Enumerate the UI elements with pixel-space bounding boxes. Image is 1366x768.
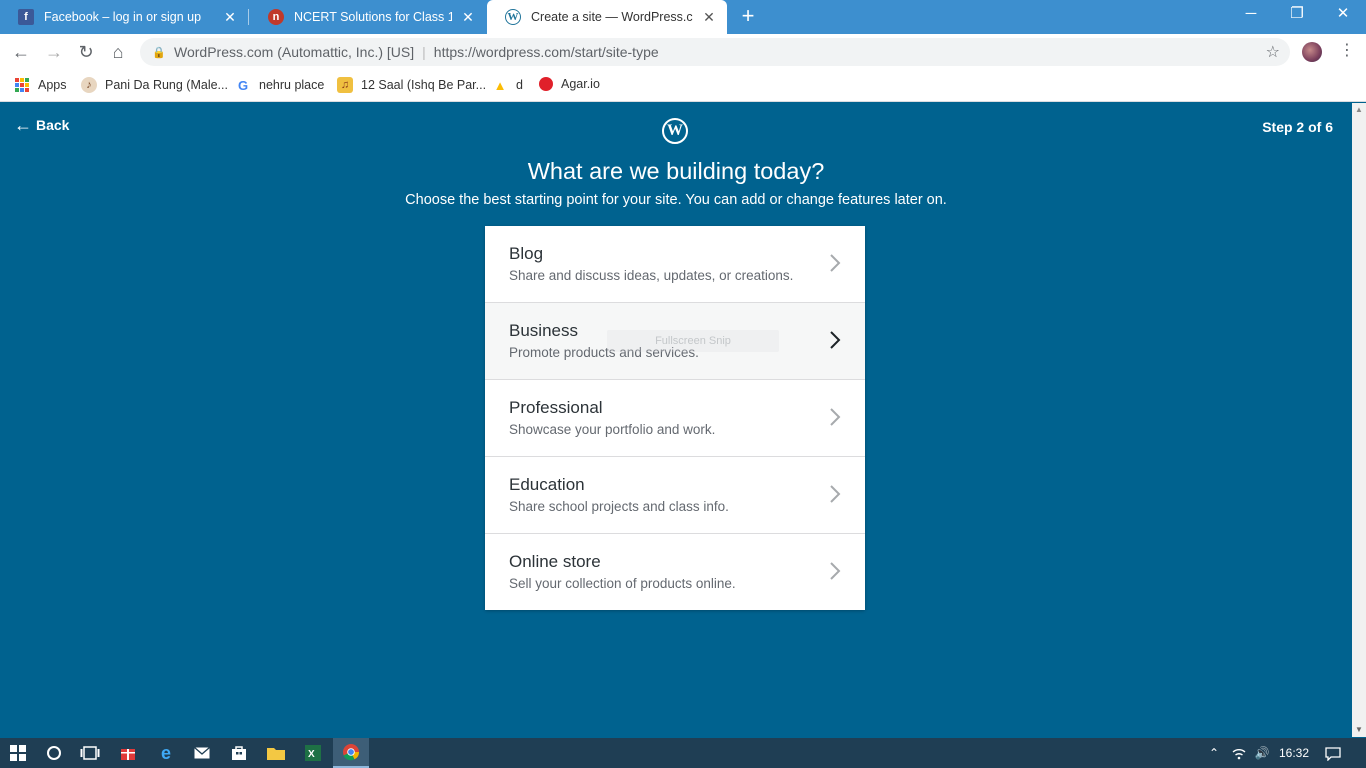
browser-toolbar: ← → ↻ ⌂ 🔒 WordPress.com (Automattic, Inc… xyxy=(0,34,1366,70)
tab-facebook[interactable]: f Facebook – log in or sign up ✕ xyxy=(0,0,248,34)
clock[interactable]: 16:32 xyxy=(1276,738,1312,768)
facebook-icon: f xyxy=(18,9,34,25)
agario-icon xyxy=(539,77,553,91)
option-description: Share and discuss ideas, updates, or cre… xyxy=(509,268,794,283)
signup-page: ← Back W Step 2 of 6 What are we buildin… xyxy=(0,103,1352,737)
tab-ncert[interactable]: n NCERT Solutions for Class 10th: U ✕ xyxy=(250,0,486,34)
chrome-taskbar-icon[interactable] xyxy=(333,738,369,768)
bookmark-agario[interactable]: Agar.io xyxy=(539,77,600,91)
task-view-icon[interactable] xyxy=(75,741,105,765)
url-text: https://wordpress.com/start/site-type xyxy=(433,44,659,60)
menu-kebab-icon[interactable]: ⋮ xyxy=(1339,41,1355,63)
minimize-icon[interactable]: ─ xyxy=(1228,0,1274,30)
option-title: Blog xyxy=(509,244,544,263)
wordpress-icon: W xyxy=(505,9,521,25)
site-type-list: Blog Share and discuss ideas, updates, o… xyxy=(485,226,865,610)
tab-wordpress[interactable]: W Create a site — WordPress.com ✕ xyxy=(487,0,727,34)
omnibox-divider: | xyxy=(422,44,426,60)
home-icon[interactable]: ⌂ xyxy=(107,41,129,63)
tab-title: Create a site — WordPress.com xyxy=(531,10,693,24)
chevron-right-icon xyxy=(830,408,841,426)
page-subtitle: Choose the best starting point for your … xyxy=(405,192,947,208)
option-title: Online store xyxy=(509,552,601,571)
reload-icon[interactable]: ↻ xyxy=(75,41,97,63)
drive-icon: ▲ xyxy=(493,77,507,93)
bookmark-label: Agar.io xyxy=(561,77,600,91)
scroll-down-icon[interactable]: ▼ xyxy=(1352,723,1366,737)
bookmark-12-saal[interactable]: ♫ 12 Saal (Ishq Be Par... xyxy=(337,77,486,93)
bookmark-label: 12 Saal (Ishq Be Par... xyxy=(361,78,487,92)
chevron-right-icon xyxy=(830,562,841,580)
bookmark-label: Pani Da Rung (Male... xyxy=(105,78,228,92)
ncert-icon: n xyxy=(268,9,284,25)
edge-browser-icon[interactable]: e xyxy=(151,741,181,765)
bookmarks-bar: Apps ♪ Pani Da Rung (Male... G nehru pla… xyxy=(0,70,1366,102)
back-link[interactable]: ← Back xyxy=(14,115,70,135)
bookmark-nehru-place[interactable]: G nehru place xyxy=(235,77,324,93)
chevron-right-icon xyxy=(830,331,841,349)
new-tab-icon[interactable]: + xyxy=(736,5,760,29)
scroll-up-icon[interactable]: ▲ xyxy=(1352,103,1366,117)
bookmark-label: d xyxy=(516,78,523,92)
cortana-search-icon[interactable] xyxy=(39,741,69,765)
chevron-right-icon xyxy=(830,485,841,503)
page-scrollbar[interactable]: ▲ ▼ xyxy=(1352,103,1366,737)
volume-icon[interactable]: 🔊 xyxy=(1252,738,1272,768)
site-type-business[interactable]: Business Promote products and services. … xyxy=(485,303,865,380)
tab-separator xyxy=(248,9,249,25)
option-description: Share school projects and class info. xyxy=(509,499,729,514)
windows-taskbar: e X ⌃ 🔊 16:32 xyxy=(0,738,1366,768)
site-type-online-store[interactable]: Online store Sell your collection of pro… xyxy=(485,534,865,610)
site-type-blog[interactable]: Blog Share and discuss ideas, updates, o… xyxy=(485,226,865,303)
music-icon: ♪ xyxy=(81,77,97,93)
bookmark-d[interactable]: ▲ d xyxy=(492,77,523,93)
back-arrow-icon[interactable]: ← xyxy=(10,41,32,63)
music-icon: ♫ xyxy=(337,77,353,93)
close-tab-icon[interactable]: ✕ xyxy=(222,9,238,26)
back-label: Back xyxy=(36,117,70,133)
close-tab-icon[interactable]: ✕ xyxy=(460,9,476,26)
apps-grid-icon xyxy=(14,77,30,93)
site-identity: WordPress.com (Automattic, Inc.) [US] xyxy=(174,44,415,60)
action-center-icon[interactable] xyxy=(1322,738,1344,768)
option-title: Education xyxy=(509,475,585,494)
windows-start-icon[interactable] xyxy=(3,741,33,765)
bookmark-label: Apps xyxy=(38,78,67,92)
close-tab-icon[interactable]: ✕ xyxy=(701,9,717,26)
site-type-professional[interactable]: Professional Showcase your portfolio and… xyxy=(485,380,865,457)
mail-icon[interactable] xyxy=(187,741,217,765)
option-title: Professional xyxy=(509,398,603,417)
page-title: What are we building today? xyxy=(527,158,825,184)
bookmark-pani-da-rung[interactable]: ♪ Pani Da Rung (Male... xyxy=(81,77,228,93)
tab-title: Facebook – log in or sign up xyxy=(44,10,202,24)
profile-avatar[interactable] xyxy=(1302,42,1322,62)
bookmark-star-icon[interactable]: ☆ xyxy=(1266,42,1280,62)
bookmark-label: nehru place xyxy=(259,78,325,92)
wifi-icon[interactable] xyxy=(1230,738,1248,768)
wordpress-logo-icon: W xyxy=(662,118,688,144)
tray-expand-icon[interactable]: ⌃ xyxy=(1205,738,1223,768)
lock-icon: 🔒 xyxy=(152,46,166,59)
forward-arrow-icon[interactable]: → xyxy=(43,41,65,63)
bookmark-apps[interactable]: Apps xyxy=(14,77,67,93)
restore-icon[interactable]: ❐ xyxy=(1274,0,1320,30)
site-type-education[interactable]: Education Share school projects and clas… xyxy=(485,457,865,534)
store-icon[interactable] xyxy=(224,741,254,765)
svg-text:X: X xyxy=(308,749,315,760)
gift-app-icon[interactable] xyxy=(113,741,143,765)
chevron-right-icon xyxy=(830,254,841,272)
snip-tooltip: Fullscreen Snip xyxy=(607,330,779,352)
excel-icon[interactable]: X xyxy=(298,741,328,765)
tab-title: NCERT Solutions for Class 10th: U xyxy=(294,10,452,24)
file-explorer-icon[interactable] xyxy=(261,741,291,765)
address-bar[interactable]: 🔒 WordPress.com (Automattic, Inc.) [US] … xyxy=(140,38,1290,66)
arrow-left-icon: ← xyxy=(14,115,32,135)
window-close-icon[interactable]: ✕ xyxy=(1320,0,1366,30)
google-icon: G xyxy=(237,77,249,93)
tab-strip: f Facebook – log in or sign up ✕ n NCERT… xyxy=(0,0,1366,34)
option-description: Showcase your portfolio and work. xyxy=(509,422,716,437)
option-description: Sell your collection of products online. xyxy=(509,576,736,591)
step-indicator: Step 2 of 6 xyxy=(1262,119,1333,135)
